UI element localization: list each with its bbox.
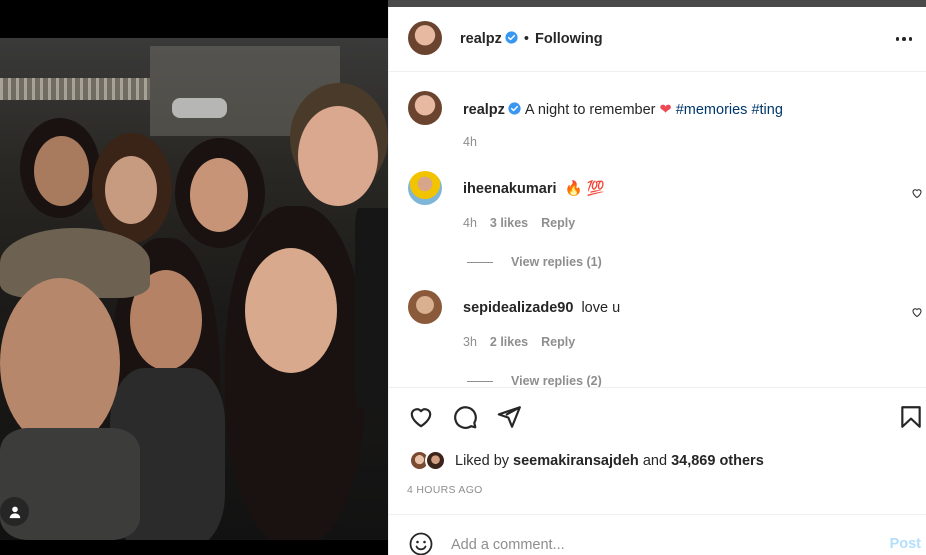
caption-author-avatar[interactable] bbox=[408, 91, 442, 125]
comment-time[interactable]: 3h bbox=[463, 335, 477, 349]
more-options-icon[interactable] bbox=[892, 27, 916, 51]
photo-background-fence bbox=[0, 78, 150, 100]
caption-text: realpz A night to remember ❤ #memories #t… bbox=[463, 101, 783, 119]
comment-like-heart-icon[interactable] bbox=[911, 187, 923, 199]
comment-icon[interactable] bbox=[452, 404, 478, 430]
post-header: realpz • Following bbox=[389, 7, 926, 72]
view-replies-button[interactable]: View replies (2) bbox=[467, 374, 602, 387]
liked-by-prefix: Liked by bbox=[455, 453, 510, 469]
comment-username[interactable]: sepidealizade90 bbox=[463, 300, 573, 316]
comment-username[interactable]: iheenakumari bbox=[463, 181, 557, 197]
photo-person-shirt bbox=[355, 208, 388, 408]
verified-badge-icon bbox=[505, 31, 518, 44]
photo-background-car bbox=[172, 98, 227, 118]
user-icon bbox=[9, 506, 20, 518]
comment-text: iheenakumari 🔥 💯 bbox=[463, 180, 605, 198]
comment-meta: 4h 3 likes Reply bbox=[463, 216, 575, 230]
liker-avatar[interactable] bbox=[425, 450, 446, 471]
comment-likes[interactable]: 3 likes bbox=[490, 216, 528, 230]
comment-likes[interactable]: 2 likes bbox=[490, 335, 528, 349]
post-photo-panel bbox=[0, 0, 388, 555]
caption-username[interactable]: realpz bbox=[463, 102, 505, 118]
caption-meta: 4h bbox=[463, 135, 477, 149]
view-replies-button[interactable]: View replies (1) bbox=[467, 255, 602, 269]
post-timestamp[interactable]: 4 HOURS AGO bbox=[407, 484, 483, 496]
view-replies-label: View replies (2) bbox=[511, 374, 602, 387]
comment-body: love u bbox=[581, 300, 621, 316]
caption-hashtags[interactable]: #memories #ting bbox=[676, 102, 783, 118]
bookmark-icon[interactable] bbox=[898, 404, 924, 430]
emoji-icon[interactable] bbox=[409, 532, 433, 555]
photo-top-bar bbox=[0, 0, 388, 38]
comment-like-heart-icon[interactable] bbox=[911, 306, 923, 318]
comment-meta: 3h 2 likes Reply bbox=[463, 335, 575, 349]
photo-person-face bbox=[245, 248, 337, 373]
liked-by-user[interactable]: seemakiransajdeh bbox=[513, 453, 639, 469]
comment-body: 🔥 💯 bbox=[564, 181, 605, 197]
separator-dot: • bbox=[523, 31, 529, 47]
likes-summary: Liked by seemakiransajdeh and 34,869 oth… bbox=[409, 450, 764, 472]
liked-by-and: and bbox=[642, 453, 668, 469]
share-icon[interactable] bbox=[496, 404, 522, 430]
photo-person-face bbox=[105, 156, 157, 224]
reply-button[interactable]: Reply bbox=[541, 216, 575, 230]
post-photo[interactable] bbox=[0, 38, 388, 540]
commenter-avatar[interactable] bbox=[408, 290, 442, 324]
view-replies-label: View replies (1) bbox=[511, 255, 602, 269]
photo-person-face bbox=[190, 158, 248, 232]
red-heart-emoji: ❤ bbox=[659, 102, 672, 118]
post-action-bar bbox=[389, 387, 926, 447]
author-avatar[interactable] bbox=[408, 21, 442, 55]
photo-person-face bbox=[298, 106, 378, 206]
browser-top-strip bbox=[388, 0, 926, 7]
reply-button[interactable]: Reply bbox=[541, 335, 575, 349]
add-comment-bar: Post bbox=[389, 514, 926, 555]
heart-icon[interactable] bbox=[408, 404, 434, 430]
caption-body: A night to remember bbox=[524, 102, 656, 118]
following-button[interactable]: Following bbox=[535, 31, 603, 47]
comments-list[interactable]: realpz A night to remember ❤ #memories #t… bbox=[389, 73, 926, 387]
photo-person-face bbox=[0, 278, 120, 448]
post-comment-button[interactable]: Post bbox=[890, 536, 921, 552]
author-username[interactable]: realpz bbox=[460, 31, 502, 47]
replies-divider-line bbox=[467, 380, 493, 382]
verified-badge-icon bbox=[508, 102, 521, 115]
comment-text: sepidealizade90 love u bbox=[463, 299, 620, 317]
author-line: realpz • Following bbox=[460, 31, 603, 47]
post-details-panel: realpz • Following realpz A night to rememb… bbox=[388, 7, 926, 555]
add-comment-input[interactable] bbox=[451, 534, 871, 555]
comment-time[interactable]: 4h bbox=[463, 216, 477, 230]
photo-person-face bbox=[34, 136, 89, 206]
liked-by-others[interactable]: 34,869 others bbox=[671, 453, 764, 469]
caption-time[interactable]: 4h bbox=[463, 135, 477, 149]
liker-avatars bbox=[409, 450, 449, 472]
replies-divider-line bbox=[467, 261, 493, 263]
commenter-avatar[interactable] bbox=[408, 171, 442, 205]
tagged-users-button[interactable] bbox=[0, 497, 29, 526]
